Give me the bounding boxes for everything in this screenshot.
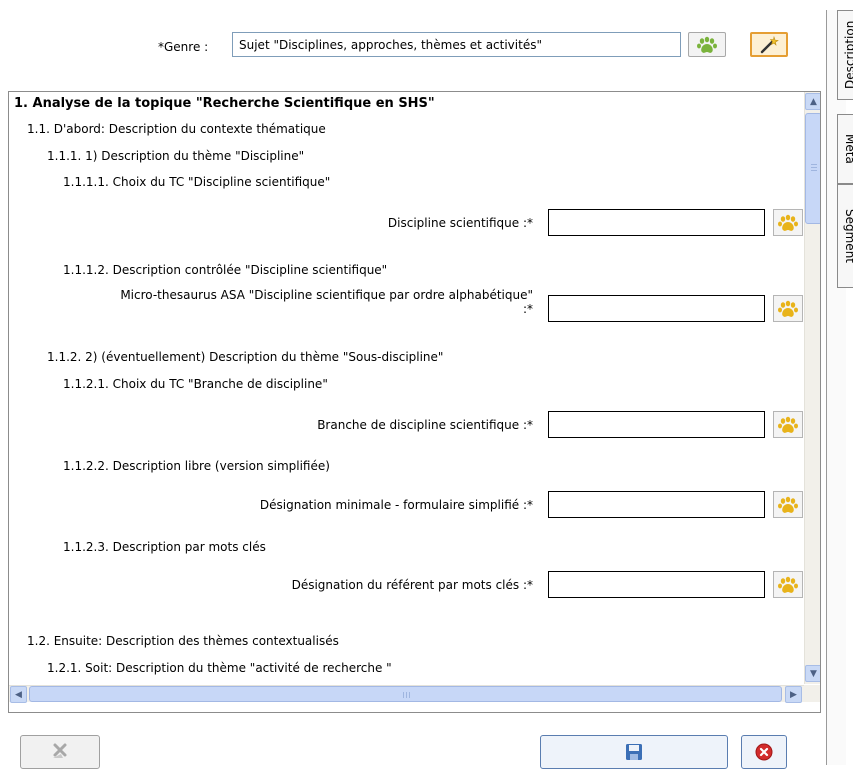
designation-minimale-label: Désignation minimale - formulaire simpli… bbox=[259, 498, 533, 512]
save-button[interactable] bbox=[540, 735, 728, 769]
tree-node-1-1-2-2: 1.1.2.2. Description libre (version simp… bbox=[63, 459, 330, 473]
branche-label: Branche de discipline scientifique :* bbox=[317, 418, 533, 432]
discipline-paw-button[interactable] bbox=[773, 209, 803, 236]
tree-node-1-2: 1.2. Ensuite: Description des thèmes con… bbox=[27, 634, 339, 648]
panel-content: 1. Analyse de la topique "Recherche Scie… bbox=[9, 92, 803, 684]
chevron-up-icon: ▲ bbox=[810, 96, 817, 107]
microthesaurus-field[interactable] bbox=[548, 295, 765, 322]
scroll-up-button[interactable]: ▲ bbox=[805, 93, 820, 110]
microthesaurus-paw-button[interactable] bbox=[773, 295, 803, 322]
designation-minimale-field[interactable] bbox=[548, 491, 765, 518]
paw-icon bbox=[778, 214, 798, 231]
mots-cles-paw-button[interactable] bbox=[773, 571, 803, 598]
genre-label: *Genre : bbox=[158, 40, 209, 54]
tree-node-1-2-1: 1.2.1. Soit: Description du thème "activ… bbox=[47, 661, 392, 675]
mots-cles-field[interactable] bbox=[548, 571, 765, 598]
tree-node-1-1-1-1: 1.1.1.1. Choix du TC "Discipline scienti… bbox=[63, 175, 331, 189]
tree-node-1-1: 1.1. D'abord: Description du contexte th… bbox=[27, 122, 326, 136]
save-icon bbox=[626, 744, 642, 760]
cancel-button[interactable] bbox=[741, 735, 787, 769]
magic-wand-button[interactable] bbox=[750, 32, 788, 57]
branche-paw-button[interactable] bbox=[773, 411, 803, 438]
horizontal-scrollbar[interactable]: ◀ ▶ bbox=[9, 685, 804, 703]
microthesaurus-label: Micro-thesaurus ASA "Discipline scientif… bbox=[120, 288, 533, 316]
clear-button[interactable] bbox=[20, 735, 100, 769]
microthesaurus-label-line2: :* bbox=[522, 302, 533, 316]
chevron-left-icon: ◀ bbox=[15, 689, 22, 700]
tab-segment[interactable]: Segment bbox=[837, 184, 853, 288]
side-tab-strip: Description Méta Segment bbox=[826, 10, 853, 765]
designation-minimale-paw-button[interactable] bbox=[773, 491, 803, 518]
discipline-label: Discipline scientifique :* bbox=[387, 216, 533, 230]
discipline-field[interactable] bbox=[548, 209, 765, 236]
clear-icon bbox=[53, 743, 67, 758]
tree-node-1-1-1-2: 1.1.1.2. Description contrôlée "Discipli… bbox=[63, 263, 388, 277]
tree-node-1-1-2: 1.1.2. 2) (éventuellement) Description d… bbox=[47, 350, 444, 364]
analysis-panel[interactable]: 1. Analyse de la topique "Recherche Scie… bbox=[8, 91, 821, 713]
paw-icon bbox=[697, 36, 717, 53]
chevron-down-icon: ▼ bbox=[810, 668, 817, 679]
vertical-scroll-thumb[interactable] bbox=[805, 113, 820, 224]
branche-field[interactable] bbox=[548, 411, 765, 438]
microthesaurus-label-line1: Micro-thesaurus ASA "Discipline scientif… bbox=[120, 288, 533, 302]
tree-node-1-1-1: 1.1.1. 1) Description du thème "Discipli… bbox=[47, 149, 305, 163]
paw-icon bbox=[778, 576, 798, 593]
scroll-left-button[interactable]: ◀ bbox=[10, 686, 27, 703]
section-title: 1. Analyse de la topique "Recherche Scie… bbox=[14, 96, 435, 111]
vertical-scrollbar[interactable]: ▲ ▼ bbox=[804, 92, 820, 684]
tab-description[interactable]: Description bbox=[837, 10, 853, 100]
tree-node-1-1-2-1: 1.1.2.1. Choix du TC "Branche de discipl… bbox=[63, 377, 328, 391]
paw-icon bbox=[778, 300, 798, 317]
scroll-right-button[interactable]: ▶ bbox=[785, 686, 802, 703]
tree-node-1-1-2-3: 1.1.2.3. Description par mots clés bbox=[63, 540, 266, 554]
horizontal-scroll-thumb[interactable] bbox=[29, 686, 782, 702]
cancel-icon bbox=[755, 743, 773, 761]
scroll-down-button[interactable]: ▼ bbox=[805, 665, 820, 682]
mots-cles-label: Désignation du référent par mots clés :* bbox=[291, 578, 533, 592]
chevron-right-icon: ▶ bbox=[790, 689, 797, 700]
paw-icon bbox=[778, 416, 798, 433]
paw-icon bbox=[778, 496, 798, 513]
genre-field[interactable]: Sujet "Disciplines, approches, thèmes et… bbox=[232, 32, 681, 57]
tab-meta[interactable]: Méta bbox=[837, 114, 853, 184]
magic-wand-icon bbox=[760, 35, 779, 53]
genre-paw-button[interactable] bbox=[688, 32, 726, 57]
